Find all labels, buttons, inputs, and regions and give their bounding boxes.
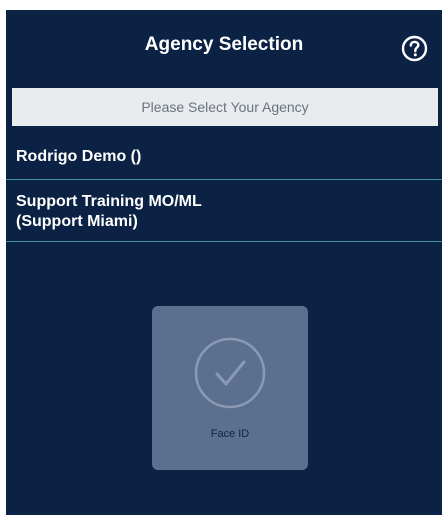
agency-selection-screen: Agency Selection Please Select Your Agen…	[6, 10, 442, 515]
agency-item-support-training[interactable]: Support Training MO/ML (Support Miami)	[6, 180, 442, 242]
banner-text: Please Select Your Agency	[141, 99, 309, 115]
face-id-button[interactable]: Face ID	[152, 306, 308, 470]
agency-list: Rodrigo Demo () Support Training MO/ML (…	[6, 134, 442, 242]
agency-name: Support Training MO/ML	[16, 193, 202, 210]
checkmark-circle-icon	[194, 337, 266, 409]
agency-item-rodrigo-demo[interactable]: Rodrigo Demo ()	[6, 134, 442, 180]
face-id-label: Face ID	[210, 428, 250, 440]
agency-subname: (Support Miami)	[16, 213, 138, 230]
agency-name: Rodrigo Demo ()	[16, 148, 142, 165]
header: Agency Selection	[6, 10, 442, 86]
select-agency-banner: Please Select Your Agency	[12, 88, 438, 126]
help-icon[interactable]	[401, 35, 428, 62]
page-title: Agency Selection	[144, 34, 304, 55]
